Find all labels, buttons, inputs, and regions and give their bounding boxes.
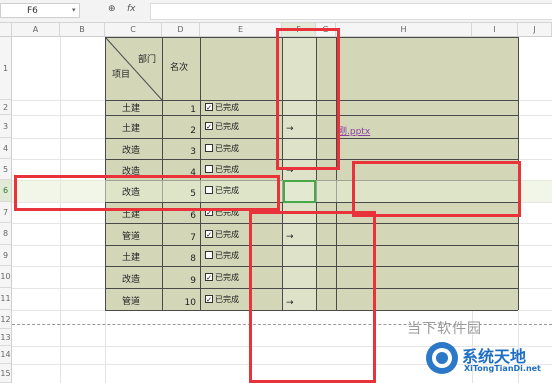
checkbox-label: 已完成 — [215, 122, 239, 131]
checkbox-label: 已完成 — [215, 230, 239, 239]
dept-cell[interactable]: 改造 — [122, 143, 140, 156]
checkbox-label: 已完成 — [215, 295, 239, 304]
row-header[interactable]: 5 — [0, 159, 12, 180]
checkbox-label: 已完成 — [215, 103, 239, 112]
select-all-corner[interactable] — [0, 23, 12, 37]
row-header[interactable]: 14 — [0, 346, 12, 364]
active-cell-f6[interactable] — [283, 180, 316, 203]
checkbox-checked[interactable]: ✓ — [205, 273, 213, 282]
checkbox-label: 已完成 — [215, 273, 239, 282]
checkbox-label: 已完成 — [215, 165, 239, 174]
row-header[interactable]: 12 — [0, 310, 12, 329]
dept-cell[interactable]: 土建 — [122, 250, 140, 263]
row-header[interactable]: 4 — [0, 138, 12, 159]
rank-cell[interactable]: 8 — [176, 254, 196, 264]
rank-cell[interactable]: 2 — [176, 126, 196, 136]
column-header[interactable]: B — [60, 23, 105, 37]
highlight-box — [14, 175, 280, 211]
dept-cell[interactable]: 改造 — [122, 272, 140, 285]
rank-cell[interactable]: 1 — [176, 105, 196, 115]
row-header[interactable]: 8 — [0, 223, 12, 245]
column-header[interactable]: E — [200, 23, 282, 37]
row-header[interactable]: 9 — [0, 245, 12, 266]
name-box[interactable]: F6 — [0, 3, 80, 18]
row-header[interactable]: 2 — [0, 100, 12, 115]
checkbox-unchecked[interactable] — [205, 165, 213, 173]
dept-cell[interactable]: 土建 — [122, 121, 140, 134]
checkbox-checked[interactable]: ✓ — [205, 103, 213, 112]
rank-cell[interactable]: 6 — [176, 211, 196, 221]
checkbox-unchecked[interactable] — [205, 251, 213, 259]
highlight-box — [276, 28, 340, 170]
rank-cell[interactable]: 3 — [176, 147, 196, 157]
hyperlink-pptx[interactable]: 刚.pptx — [338, 124, 370, 137]
chevron-down-icon[interactable]: ▾ — [72, 6, 76, 14]
magnify-icon[interactable]: ⊕ — [108, 4, 116, 14]
rank-cell[interactable]: 7 — [176, 233, 196, 243]
dept-cell[interactable]: 管道 — [122, 294, 140, 307]
column-header[interactable]: J — [518, 23, 552, 37]
row-header[interactable]: 11 — [0, 288, 12, 310]
row-header[interactable]: 1 — [0, 37, 12, 100]
dept-cell[interactable]: 管道 — [122, 229, 140, 242]
header-rank: 名次 — [170, 63, 189, 73]
column-header[interactable]: D — [162, 23, 200, 37]
row-header[interactable]: 10 — [0, 266, 12, 288]
checkbox-checked[interactable]: ✓ — [205, 230, 213, 239]
fx-button[interactable]: fx — [127, 4, 136, 14]
column-header[interactable]: I — [472, 23, 518, 37]
rank-cell[interactable]: 9 — [176, 276, 196, 286]
column-header[interactable]: A — [12, 23, 60, 37]
row-header[interactable]: 13 — [0, 329, 12, 346]
rank-cell[interactable]: 10 — [176, 298, 196, 308]
header-project: 项目 — [112, 70, 131, 80]
watermark-text: 当下软件园 — [407, 321, 482, 337]
checkbox-checked[interactable]: ✓ — [205, 122, 213, 131]
column-header[interactable]: H — [336, 23, 472, 37]
highlight-box — [352, 161, 521, 217]
column-header[interactable]: C — [105, 23, 162, 37]
highlight-box — [249, 211, 376, 383]
header-department: 部门 — [138, 55, 157, 65]
checkbox-label: 已完成 — [215, 251, 239, 260]
checkbox-checked[interactable]: ✓ — [205, 295, 213, 304]
watermark-logo-icon — [426, 342, 458, 374]
row-header[interactable]: 3 — [0, 115, 12, 138]
checkbox-unchecked[interactable] — [205, 144, 213, 152]
formula-input[interactable] — [150, 3, 552, 20]
table-border — [200, 37, 201, 310]
watermark-url: XiTongTianDi.net — [464, 364, 541, 373]
row-header[interactable]: 6 — [0, 180, 12, 202]
row-header[interactable]: 15 — [0, 364, 12, 383]
table-border — [162, 37, 163, 310]
row-header[interactable]: 7 — [0, 202, 12, 223]
checkbox-label: 已完成 — [215, 144, 239, 153]
dept-cell[interactable]: 土建 — [122, 101, 140, 114]
